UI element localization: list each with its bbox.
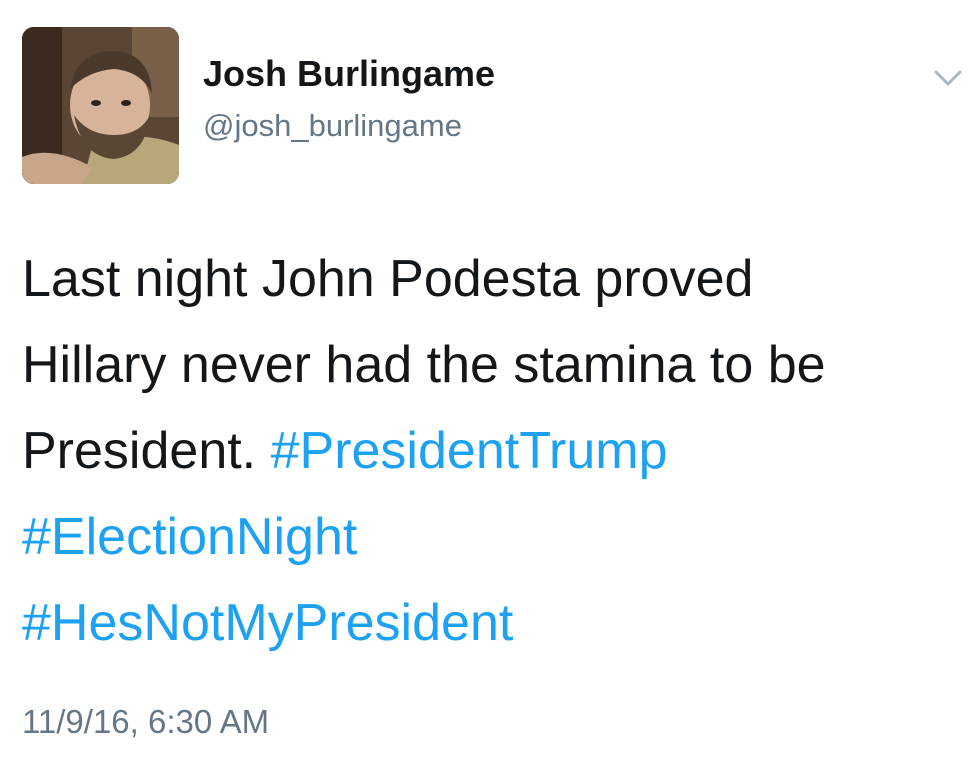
hashtag-link[interactable]: #HesNotMyPresident (22, 594, 513, 652)
avatar[interactable] (22, 27, 179, 184)
tweet-text-line: #HesNotMyPresident (22, 580, 952, 666)
tweet-card: Josh Burlingame @josh_burlingame Last ni… (0, 0, 980, 758)
tweet-text-line: President. #PresidentTrump (22, 408, 952, 494)
profile-photo-icon (22, 27, 179, 184)
tweet-text-line: Hillary never had the stamina to be (22, 336, 826, 394)
author-handle[interactable]: @josh_burlingame (203, 106, 462, 146)
tweet-text-line: Last night John Podesta proved (22, 250, 754, 308)
chevron-down-icon[interactable] (930, 66, 966, 90)
tweet-text: Last night John Podesta proved Hillary n… (22, 236, 952, 666)
hashtag-link[interactable]: #PresidentTrump (271, 422, 668, 480)
author-name[interactable]: Josh Burlingame (203, 52, 495, 96)
tweet-text-line: #ElectionNight (22, 494, 952, 580)
tweet-timestamp[interactable]: 11/9/16, 6:30 AM (22, 700, 269, 744)
tweet-text-fragment: President. (22, 422, 257, 480)
hashtag-link[interactable]: #ElectionNight (22, 508, 357, 566)
